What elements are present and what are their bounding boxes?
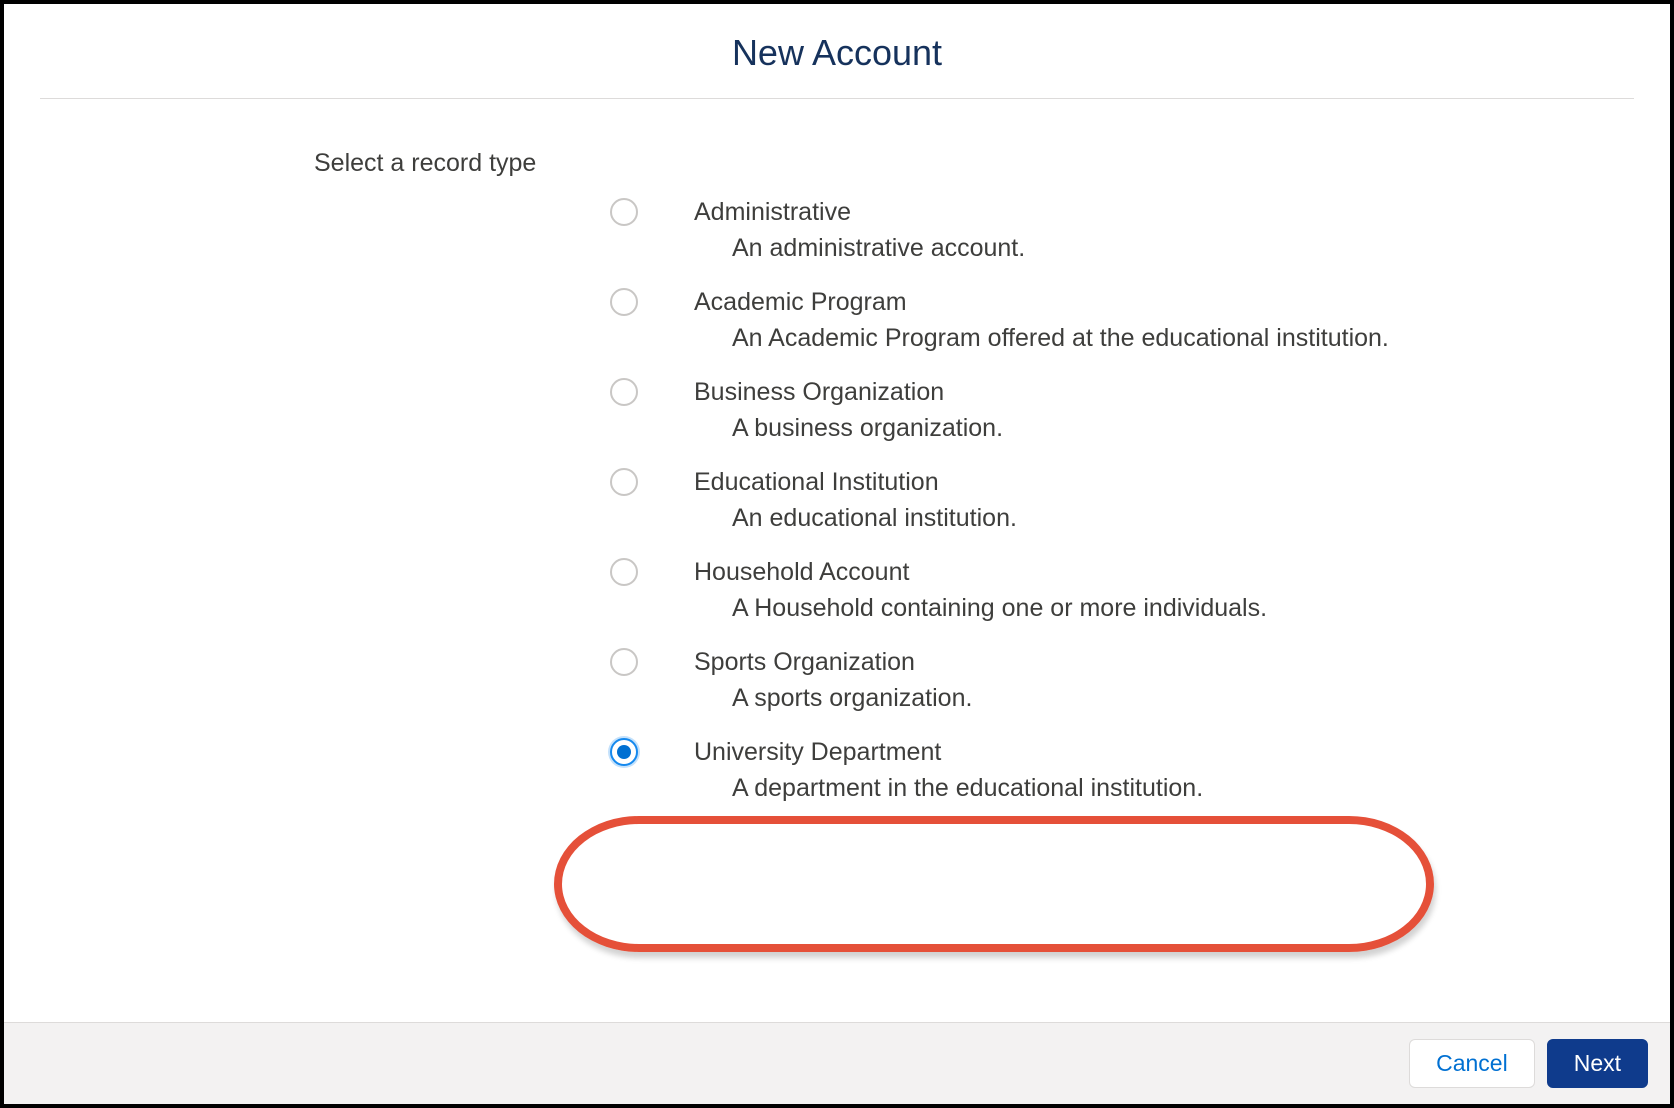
option-business-organization[interactable]: Business Organization A business organiz… — [610, 368, 1630, 458]
option-desc: A business organization. — [694, 410, 1003, 446]
radio-icon[interactable] — [610, 198, 638, 226]
option-text: Household Account A Household containing… — [694, 556, 1267, 626]
next-button[interactable]: Next — [1547, 1039, 1648, 1088]
modal-title: New Account — [24, 32, 1650, 74]
modal-header: New Account — [4, 4, 1670, 98]
option-title: Sports Organization — [694, 646, 972, 680]
option-desc: A department in the educational institut… — [694, 770, 1203, 806]
option-desc: An educational institution. — [694, 500, 1017, 536]
radio-icon[interactable] — [610, 558, 638, 586]
option-text: Business Organization A business organiz… — [694, 376, 1003, 446]
option-title: Household Account — [694, 556, 1267, 590]
modal-body: Select a record type Administrative An a… — [4, 99, 1670, 1022]
option-title: University Department — [694, 736, 1203, 770]
record-type-options: Administrative An administrative account… — [314, 186, 1630, 818]
record-type-prompt: Select a record type — [314, 149, 1630, 178]
option-educational-institution[interactable]: Educational Institution An educational i… — [610, 458, 1630, 548]
radio-icon[interactable] — [610, 468, 638, 496]
option-title: Academic Program — [694, 286, 1389, 320]
radio-icon[interactable] — [610, 288, 638, 316]
option-title: Educational Institution — [694, 466, 1017, 500]
option-sports-organization[interactable]: Sports Organization A sports organizatio… — [610, 638, 1630, 728]
option-administrative[interactable]: Administrative An administrative account… — [610, 188, 1630, 278]
radio-icon[interactable] — [610, 738, 638, 766]
option-desc: A sports organization. — [694, 680, 972, 716]
radio-icon[interactable] — [610, 648, 638, 676]
option-text: Academic Program An Academic Program off… — [694, 286, 1389, 356]
option-desc: An Academic Program offered at the educa… — [694, 320, 1389, 356]
option-text: Administrative An administrative account… — [694, 196, 1025, 266]
option-desc: An administrative account. — [694, 230, 1025, 266]
modal-footer: Cancel Next — [4, 1022, 1670, 1104]
option-household-account[interactable]: Household Account A Household containing… — [610, 548, 1630, 638]
option-title: Administrative — [694, 196, 1025, 230]
radio-icon[interactable] — [610, 378, 638, 406]
option-text: Educational Institution An educational i… — [694, 466, 1017, 536]
cancel-button[interactable]: Cancel — [1409, 1039, 1535, 1088]
option-desc: A Household containing one or more indiv… — [694, 590, 1267, 626]
option-text: University Department A department in th… — [694, 736, 1203, 806]
option-university-department[interactable]: University Department A department in th… — [610, 728, 1630, 818]
option-academic-program[interactable]: Academic Program An Academic Program off… — [610, 278, 1630, 368]
option-title: Business Organization — [694, 376, 1003, 410]
new-account-modal: New Account Select a record type Adminis… — [0, 0, 1674, 1108]
option-text: Sports Organization A sports organizatio… — [694, 646, 972, 716]
